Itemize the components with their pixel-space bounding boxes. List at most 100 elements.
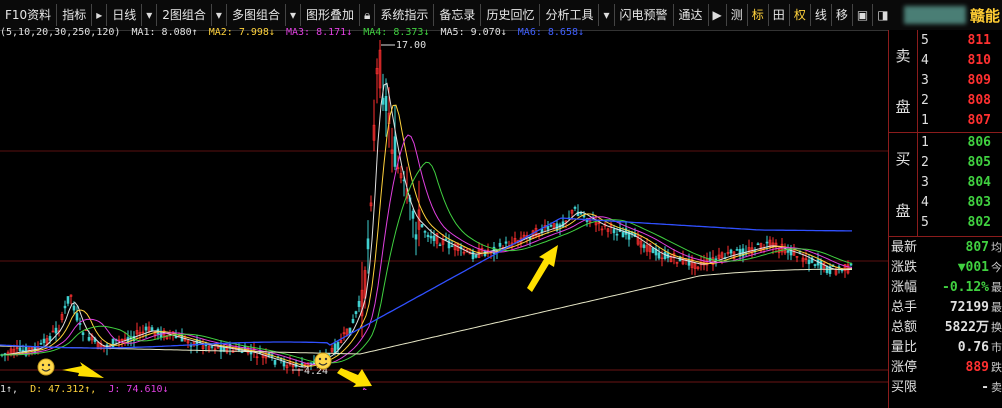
buy-row-2[interactable]: 2 805 [921, 153, 1001, 173]
line-button[interactable]: 线 [811, 4, 832, 26]
candle-body [144, 326, 148, 331]
buy-row-3[interactable]: 3 804 [921, 173, 1001, 193]
quote-label: 总手 [891, 300, 918, 315]
candle-body [729, 249, 733, 254]
chevron-down-icon[interactable]: ▾ [286, 4, 301, 26]
candle-body [111, 338, 115, 348]
play-icon[interactable]: ▶ [709, 4, 727, 26]
sell-row-1[interactable]: 1 807 [921, 111, 1001, 131]
two-chart-combo-button[interactable]: 2图组合 [157, 4, 212, 26]
mark-button[interactable]: 标 [748, 4, 769, 26]
sell-row-5[interactable]: 5 811 [921, 31, 1001, 51]
candle-body [840, 269, 844, 272]
buy-row-1[interactable]: 1 806 [921, 133, 1001, 153]
measure-button[interactable]: 测 [727, 4, 748, 26]
moving-average-lines [0, 82, 853, 368]
quote-tail-label: 换 [991, 321, 1002, 334]
kdj-legend: 1↑, D: 47.312↑, J: 74.610↓ [0, 384, 175, 395]
price-value: 805 [967, 155, 991, 170]
candle-body [432, 235, 436, 242]
candle-body [39, 342, 43, 345]
grid-button[interactable]: 田 [769, 4, 790, 26]
quote-panel: 卖 盘 5 811 4 810 3 809 2 808 1 807 买 盘 1 806 2 805 3 80… [888, 30, 1002, 408]
quote-value: 5822万 [944, 320, 989, 335]
candle-body [309, 362, 313, 365]
kdj-k-value: 1↑, [0, 384, 19, 395]
level-label: 2 [921, 93, 929, 108]
ma6-value: MA6: 8.658↓ [517, 27, 585, 38]
candle-body [411, 210, 415, 219]
tongda-button[interactable]: 通达 [674, 4, 709, 26]
multi-chart-combo-button[interactable]: 多图组合 [227, 4, 286, 26]
high-price-label: 17.00 [396, 40, 426, 51]
overlay-button[interactable]: 图形叠加 [301, 4, 361, 26]
memo-button[interactable]: 备忘录 [434, 4, 482, 26]
buy-row-5[interactable]: 5 802 [921, 213, 1001, 233]
smiley-icon [314, 352, 332, 370]
ma2-line [0, 104, 853, 367]
quote-tail-label: 最 [991, 301, 1002, 314]
candle-body [75, 313, 79, 321]
analysis-tools-button[interactable]: 分析工具 [540, 4, 600, 26]
quote-label: 最新 [891, 240, 918, 255]
rights-button[interactable]: 权 [790, 4, 811, 26]
price-value: 804 [967, 175, 991, 190]
quote-row: 涨跌 ▼001 今 [889, 258, 1002, 277]
sell-row-2[interactable]: 2 808 [921, 91, 1001, 111]
history-recall-button[interactable]: 历史回忆 [481, 4, 541, 26]
candle-body [498, 242, 502, 247]
price-value: 810 [967, 53, 991, 68]
sell-book: 卖 盘 5 811 4 810 3 809 2 808 1 807 [889, 30, 1002, 133]
candle-body [438, 244, 442, 247]
candle-body [504, 241, 508, 244]
level-label: 2 [921, 155, 929, 170]
system-indicator-button[interactable]: 系统指示 [375, 4, 435, 26]
candle-body [426, 234, 430, 238]
sell-row-3[interactable]: 3 809 [921, 71, 1001, 91]
candle-body [651, 247, 655, 254]
candle-body [336, 342, 340, 350]
lock-icon[interactable]: 🔒︎ [360, 4, 376, 26]
chevron-down-icon[interactable]: ▾ [212, 4, 227, 26]
buy-row-4[interactable]: 4 803 [921, 193, 1001, 213]
price-value: 807 [967, 113, 991, 128]
candle-body [420, 224, 424, 228]
candle-body [549, 225, 553, 227]
window-icon[interactable]: ▣ [853, 4, 874, 26]
level-label: 4 [921, 195, 929, 210]
f10-data-button[interactable]: F10资料 [0, 4, 58, 26]
candle-body [54, 327, 58, 334]
level-label: 3 [921, 175, 929, 190]
sell-row-4[interactable]: 4 810 [921, 51, 1001, 71]
quote-label: 涨跌 [891, 260, 918, 275]
chevron-down-icon[interactable]: ▾ [142, 4, 158, 26]
ma1-line [0, 82, 853, 368]
move-button[interactable]: 移 [832, 4, 853, 26]
high-annotation: 17.00 [381, 40, 426, 51]
candle-body [174, 336, 178, 339]
quote-label: 量比 [891, 340, 918, 355]
candle-body [414, 234, 418, 240]
candle-body [150, 327, 154, 332]
candlestick-chart[interactable]: 17.00 4.24 [0, 30, 888, 390]
stock-code-redacted [903, 6, 966, 24]
price-value: 802 [967, 215, 991, 230]
candle-body [72, 305, 76, 311]
level-label: 5 [921, 215, 929, 230]
candle-body [87, 337, 91, 341]
candle-body [546, 226, 550, 230]
quote-tail-label: 均 [991, 241, 1002, 254]
chevron-right-icon[interactable]: ▸ [92, 4, 108, 26]
indicator-button[interactable]: 指标 [57, 4, 93, 26]
sell-book-title: 卖 盘 [889, 30, 918, 132]
flash-alert-button[interactable]: 闪电预警 [615, 4, 674, 26]
candle-body [48, 336, 52, 341]
chevron-down-icon[interactable]: ▾ [599, 4, 615, 26]
daily-line-button[interactable]: 日线 [107, 4, 143, 26]
quote-tail-label: 最 [991, 281, 1002, 294]
quote-tail-label: 今 [991, 261, 1002, 274]
ma6-line [0, 217, 852, 349]
candle-body [423, 231, 427, 233]
ma1-value: MA1: 8.080↑ [131, 27, 198, 38]
quote-value: 0.76 [957, 340, 989, 355]
